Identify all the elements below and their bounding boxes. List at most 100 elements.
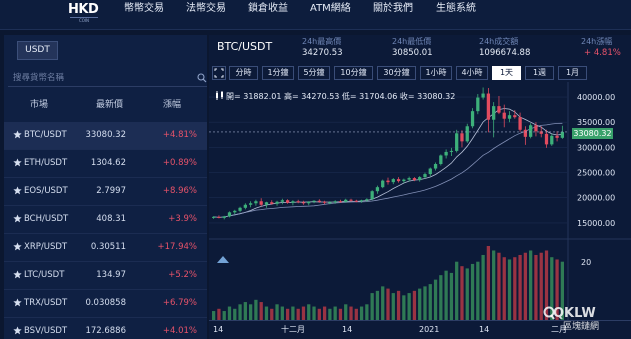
nav-coin-trading[interactable]: 幣幣交易 xyxy=(124,2,164,15)
candle-body xyxy=(365,199,369,201)
volume-bar xyxy=(285,308,290,320)
hkd-logo[interactable]: HKD COIN xyxy=(68,2,100,24)
interval-button[interactable]: 5分鐘 xyxy=(298,66,330,80)
search-placeholder: 搜尋貨幣名稱 xyxy=(13,73,65,83)
candle-body xyxy=(386,180,390,183)
interval-button[interactable]: 分時 xyxy=(229,66,258,80)
candle-body xyxy=(280,200,284,202)
volume-bar xyxy=(259,302,263,320)
candle-body xyxy=(507,115,512,119)
candle-body xyxy=(460,133,464,142)
candle-body xyxy=(529,125,533,137)
search-icon[interactable] xyxy=(197,73,207,83)
volume-bar xyxy=(238,304,242,320)
change-percent: +4.81% xyxy=(162,130,197,140)
candle-body xyxy=(428,168,432,175)
search-input[interactable]: 搜尋貨幣名稱 xyxy=(8,71,207,87)
favorite-star-icon[interactable] xyxy=(13,242,22,251)
favorite-star-icon[interactable] xyxy=(13,158,22,167)
interval-button[interactable]: 30分鐘 xyxy=(377,66,416,80)
volume-tick-label: 20 xyxy=(581,258,591,267)
nav-ecosystem[interactable]: 生態系統 xyxy=(436,2,476,15)
interval-button[interactable]: 1月 xyxy=(558,66,587,80)
interval-button[interactable]: 1週 xyxy=(525,66,554,80)
interval-button[interactable]: 1分鐘 xyxy=(262,66,294,80)
candle-body xyxy=(254,201,258,204)
market-row[interactable]: ETH/USDT 1304.62 +0.89% xyxy=(4,150,207,178)
candle-body xyxy=(433,164,438,169)
volume-bar xyxy=(412,290,417,320)
candle-body xyxy=(455,133,459,151)
market-row[interactable]: BSV/USDT 172.6886 +4.01% xyxy=(4,318,207,339)
pair-name: TRX/USDT xyxy=(24,298,68,308)
favorite-star-icon[interactable] xyxy=(13,326,22,335)
volume-bar xyxy=(248,304,253,320)
interval-button[interactable]: 4小時 xyxy=(456,66,488,80)
volume-label: 24h成交額 xyxy=(479,37,519,46)
volume-bar xyxy=(349,306,353,320)
nav-about-us[interactable]: 關於我們 xyxy=(373,2,413,15)
interval-button[interactable]: 1小時 xyxy=(420,66,452,80)
favorite-star-icon[interactable] xyxy=(13,186,22,195)
y-tick-label: 40000.00 xyxy=(577,93,615,102)
candle-body xyxy=(544,133,549,145)
volume-bar xyxy=(328,308,332,320)
pair-name: EOS/USDT xyxy=(24,186,68,196)
y-tick-label: 25000.00 xyxy=(577,169,615,178)
chart-panel: BTC/USDT 24h最高價 34270.53 24h最低價 30850.01… xyxy=(209,35,631,339)
market-row[interactable]: BCH/USDT 408.31 +3.9% xyxy=(4,206,207,234)
pair-name: ETH/USDT xyxy=(24,158,68,168)
candle-body xyxy=(407,178,411,180)
market-row[interactable]: TRX/USDT 0.030858 +6.79% xyxy=(4,290,207,318)
candle-body xyxy=(243,204,247,208)
volume-bar xyxy=(344,304,348,320)
logo-subtext: COIN xyxy=(70,17,98,23)
interval-button[interactable]: 1天 xyxy=(492,66,521,80)
last-price: 33080.32 xyxy=(85,130,126,140)
change-percent: +17.94% xyxy=(157,242,197,252)
logo-text: HKD xyxy=(68,2,99,17)
volume-bar xyxy=(444,270,448,320)
volume-bar xyxy=(470,263,475,320)
market-row[interactable]: LTC/USDT 134.97 +5.2% xyxy=(4,262,207,290)
candle-body xyxy=(486,93,491,120)
usdt-quote-tab[interactable]: USDT xyxy=(17,41,58,60)
nav-fiat-trading[interactable]: 法幣交易 xyxy=(186,2,226,15)
volume-bar xyxy=(370,293,374,320)
favorite-star-icon[interactable] xyxy=(13,298,22,307)
favorite-star-icon[interactable] xyxy=(13,130,22,139)
nav-staking-earnings[interactable]: 鎖倉收益 xyxy=(248,2,288,15)
candle-type-icon[interactable] xyxy=(215,91,224,100)
change-percent: +8.96% xyxy=(162,186,197,196)
volume-bar xyxy=(317,308,321,320)
volume-bar xyxy=(529,250,533,320)
header-market: 市場 xyxy=(30,100,49,110)
last-price: 408.31 xyxy=(96,214,126,224)
volume-bar xyxy=(359,306,364,320)
candle-body xyxy=(349,199,353,201)
interval-button[interactable]: 10分鐘 xyxy=(334,66,373,80)
market-row[interactable]: BTC/USDT 33080.32 +4.81% xyxy=(4,122,207,150)
candle-body xyxy=(497,106,501,113)
favorite-star-icon[interactable] xyxy=(13,270,22,279)
market-row[interactable]: EOS/USDT 2.7997 +8.96% xyxy=(4,178,207,206)
change-percent: +4.01% xyxy=(162,326,197,336)
volume-bar xyxy=(418,288,422,320)
volume-bar xyxy=(233,308,237,320)
volume-value: 1096674.88 xyxy=(479,48,531,58)
y-tick-label: 35000.00 xyxy=(577,118,615,127)
candle-body xyxy=(402,179,406,182)
x-tick-label: 十二月 xyxy=(281,324,305,334)
change-percent: +0.89% xyxy=(162,158,197,168)
candlestick-chart[interactable]: 40000.00 35000.00 30000.00 25000.00 20000.00… xyxy=(209,82,631,339)
volume-bar xyxy=(433,279,438,320)
volume-bar xyxy=(507,259,512,320)
market-row[interactable]: XRP/USDT 0.30511 +17.94% xyxy=(4,234,207,262)
fullscreen-icon[interactable] xyxy=(212,66,226,80)
candle-body xyxy=(481,93,485,98)
pair-name: BSV/USDT xyxy=(24,326,68,336)
favorite-star-icon[interactable] xyxy=(13,214,22,223)
candle-body xyxy=(217,216,221,218)
nav-atm-network[interactable]: ATM網絡 xyxy=(310,2,351,15)
volume-bar xyxy=(270,308,274,320)
